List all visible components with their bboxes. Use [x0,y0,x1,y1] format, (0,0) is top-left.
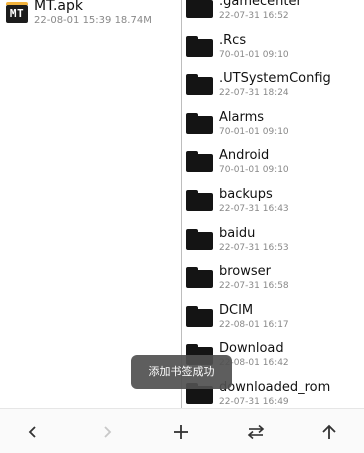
folder-item[interactable]: .Rcs 70-01-01 09:10 [182,27,364,66]
folder-name: browser [219,264,272,280]
folder-date: 70-01-01 09:10 [219,165,289,176]
folder-item[interactable]: Alarms 70-01-01 09:10 [182,104,364,143]
folder-list: .gamecenter 22-07-31 16:52 .Rcs 70-01-01 09… [182,0,364,408]
folder-name: baidu [219,225,256,241]
folder-name: .UTSystemConfig [219,71,331,87]
add-icon [174,425,188,439]
folder-icon [186,267,213,289]
back-arrow-icon [28,426,36,438]
folder-item[interactable]: DCIM 22-08-01 16:17 [182,297,364,336]
folder-item[interactable]: .gamecenter 22-07-31 16:52 [182,0,364,27]
folder-name: Download [219,341,284,357]
add-button[interactable] [166,417,196,447]
folder-date: 22-07-31 18:24 [219,88,289,99]
folder-name: Android [219,148,270,164]
folder-icon [186,151,213,173]
up-arrow-icon [322,424,336,439]
folder-icon [186,0,213,18]
swap-panes-button[interactable] [241,417,271,447]
folder-icon [186,189,213,211]
left-panel[interactable]: MT MT.apk 22-08-01 15:39 18.74M [0,0,182,408]
folder-icon [186,305,213,327]
folder-date: 70-01-01 09:10 [219,49,289,60]
apk-file-icon: MT [6,2,28,23]
bottom-toolbar [0,408,364,453]
folder-date: 22-07-31 16:58 [219,281,289,292]
folder-date: 22-07-31 16:43 [219,203,289,214]
folder-name: .gamecenter [219,0,302,9]
folder-item[interactable]: baidu 22-07-31 16:53 [182,220,364,259]
folder-name: .Rcs [219,32,247,48]
forward-button[interactable] [92,417,122,447]
file-name: MT.apk [34,0,83,14]
toast-message: 添加书签成功 [131,355,232,389]
file-meta: 22-08-01 15:39 18.74M [34,15,152,26]
folder-item[interactable]: browser 22-07-31 16:58 [182,258,364,297]
folder-icon [186,228,213,250]
folder-item[interactable]: .UTSystemConfig 22-07-31 18:24 [182,65,364,104]
right-panel[interactable]: .gamecenter 22-07-31 16:52 .Rcs 70-01-01 09… [182,0,364,408]
folder-date: 22-07-31 16:49 [219,396,289,407]
folder-date: 22-08-01 16:17 [219,319,289,330]
swap-panes-icon [247,424,265,440]
folder-item[interactable]: Android 70-01-01 09:10 [182,142,364,181]
folder-name: Alarms [219,109,265,125]
folder-name: downloaded_rom [219,379,331,395]
folder-name: backups [219,186,273,202]
folder-date: 70-01-01 09:10 [219,126,289,137]
folder-item[interactable]: backups 22-07-31 16:43 [182,181,364,220]
folder-date: 22-07-31 16:53 [219,242,289,253]
file-item-mt-apk[interactable]: MT MT.apk 22-08-01 15:39 18.74M [0,0,180,30]
folder-date: 22-07-31 16:52 [219,11,289,21]
forward-arrow-icon [104,426,112,438]
folder-icon [186,112,213,134]
back-button[interactable] [18,417,48,447]
folder-name: DCIM [219,302,254,318]
folder-icon [186,35,213,57]
folder-icon [186,74,213,96]
up-directory-button[interactable] [314,417,344,447]
file-manager-screen: MT MT.apk 22-08-01 15:39 18.74M .gamecen… [0,0,364,453]
